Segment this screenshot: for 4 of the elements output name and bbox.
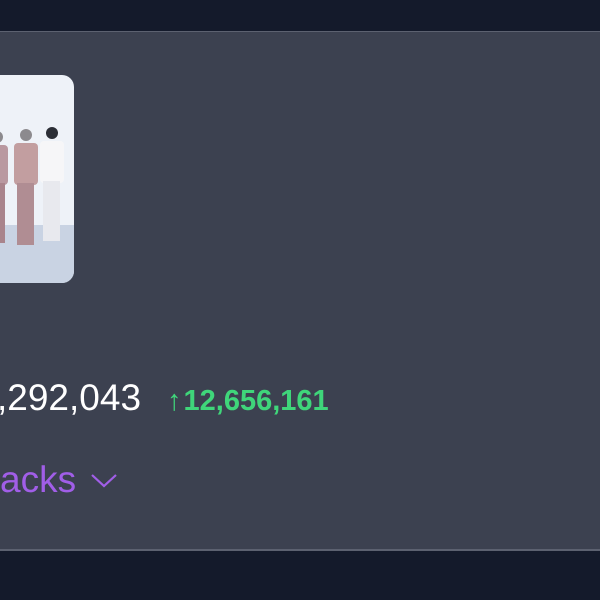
stream-count: ,292,043 xyxy=(0,377,142,419)
change-count: ↑12,656,161 xyxy=(167,385,329,418)
chevron-icon xyxy=(90,472,118,488)
tracks-toggle[interactable]: acks xyxy=(0,459,118,501)
